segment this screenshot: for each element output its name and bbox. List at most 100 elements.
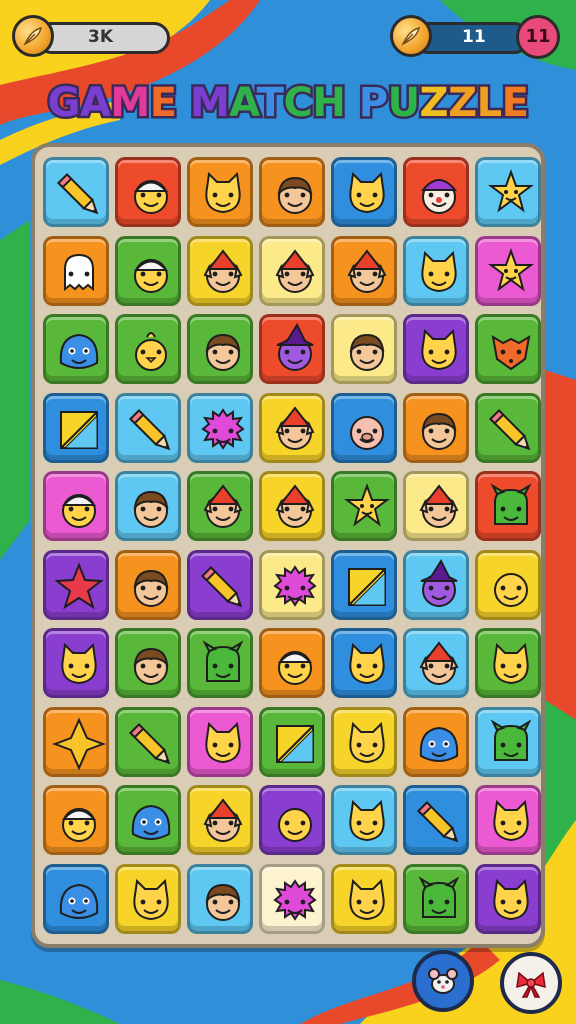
tile-ghost[interactable] [43, 235, 109, 306]
tile-boy[interactable] [115, 471, 181, 541]
tile-boy[interactable] [115, 549, 181, 620]
tile-star-face[interactable] [475, 235, 541, 306]
tile-boy[interactable] [403, 392, 469, 463]
level-badge[interactable]: 11 [516, 15, 560, 59]
tile-face-cap[interactable] [259, 628, 325, 698]
tile-elf[interactable] [259, 471, 325, 541]
tile-face-cap[interactable] [115, 157, 181, 227]
gift-bow-button[interactable] [500, 952, 562, 1014]
title-letter: U [388, 80, 420, 126]
tile-cat[interactable] [403, 235, 469, 306]
tile-furball[interactable] [187, 392, 253, 463]
pencil-icon [489, 408, 531, 450]
face-cap-icon [133, 180, 169, 214]
smiley-icon [278, 808, 312, 842]
tile-clown[interactable] [403, 157, 469, 227]
tile-smiley[interactable] [259, 785, 325, 855]
tile-boy[interactable] [187, 314, 253, 384]
cat-icon [349, 721, 385, 763]
tile-cat[interactable] [187, 157, 253, 227]
diamond-icon [52, 717, 106, 770]
tile-monster[interactable] [187, 628, 253, 698]
elf-icon [203, 248, 243, 293]
tile-boy[interactable] [187, 863, 253, 934]
pig-icon [350, 415, 384, 450]
tile-pencil[interactable] [115, 706, 181, 777]
tile-elf[interactable] [259, 392, 325, 463]
tile-blob[interactable] [43, 314, 109, 384]
tile-pig[interactable] [331, 392, 397, 463]
tile-pencil[interactable] [43, 157, 109, 227]
title-text: GAME MATCH PUZZLE [48, 80, 529, 126]
tile-elf[interactable] [187, 471, 253, 541]
elf-icon [203, 484, 243, 528]
tile-smiley[interactable] [475, 549, 541, 620]
tile-cat[interactable] [187, 706, 253, 777]
tile-cat[interactable] [43, 628, 109, 698]
tile-pencil[interactable] [115, 392, 181, 463]
witch-icon [420, 558, 458, 607]
tile-cat[interactable] [115, 863, 181, 934]
monster-icon [202, 640, 244, 682]
tile-square[interactable] [331, 549, 397, 620]
cat-icon [349, 799, 385, 842]
tile-face-cap[interactable] [43, 785, 109, 855]
tile-chick[interactable] [115, 314, 181, 384]
tile-boy[interactable] [331, 314, 397, 384]
tile-blob[interactable] [403, 706, 469, 777]
tile-boy[interactable] [259, 157, 325, 227]
fox-icon [491, 335, 531, 371]
cat-icon [205, 171, 241, 214]
boy-icon [349, 333, 385, 371]
tile-square[interactable] [259, 706, 325, 777]
title-letter: Z [448, 80, 477, 126]
tile-star-face[interactable] [475, 157, 541, 227]
tile-furball[interactable] [259, 863, 325, 934]
tile-cat[interactable] [475, 863, 541, 934]
tile-diamond[interactable] [43, 706, 109, 777]
tile-elf[interactable] [259, 235, 325, 306]
tile-cat[interactable] [331, 863, 397, 934]
elf-icon [419, 484, 459, 528]
cat-icon [421, 250, 457, 292]
tile-fox[interactable] [475, 314, 541, 384]
tile-pencil[interactable] [475, 392, 541, 463]
boy-icon [133, 490, 169, 528]
title-letter: E [502, 80, 529, 126]
tile-elf[interactable] [403, 628, 469, 698]
tile-boy[interactable] [115, 628, 181, 698]
tile-elf[interactable] [331, 235, 397, 306]
tile-cat[interactable] [475, 785, 541, 855]
tile-elf[interactable] [187, 785, 253, 855]
tile-monster[interactable] [475, 471, 541, 541]
tile-face-cap[interactable] [43, 471, 109, 541]
tile-star[interactable] [43, 549, 109, 620]
tile-cat[interactable] [331, 785, 397, 855]
tile-cat[interactable] [475, 628, 541, 698]
tile-blob[interactable] [115, 785, 181, 855]
blob-icon [419, 726, 459, 762]
tile-cat[interactable] [403, 314, 469, 384]
title-letter: Z [420, 80, 449, 126]
tile-furball[interactable] [259, 549, 325, 620]
tile-elf[interactable] [403, 471, 469, 541]
square-icon [276, 724, 314, 763]
tile-witch[interactable] [403, 549, 469, 620]
tile-pencil[interactable] [187, 549, 253, 620]
tile-pencil[interactable] [403, 785, 469, 855]
tile-cat[interactable] [331, 157, 397, 227]
mouse-button[interactable] [412, 950, 474, 1012]
tile-star-face[interactable] [331, 471, 397, 541]
tile-monster[interactable] [475, 706, 541, 777]
tile-blob[interactable] [43, 863, 109, 934]
elf-icon [275, 405, 315, 450]
tile-monster[interactable] [403, 863, 469, 934]
tile-witch[interactable] [259, 314, 325, 384]
tile-elf[interactable] [187, 235, 253, 306]
cat-icon [61, 642, 97, 685]
tile-square[interactable] [43, 392, 109, 463]
tile-face-cap[interactable] [115, 235, 181, 306]
tile-cat[interactable] [331, 706, 397, 777]
tile-cat[interactable] [331, 628, 397, 698]
monster-icon [418, 875, 460, 918]
